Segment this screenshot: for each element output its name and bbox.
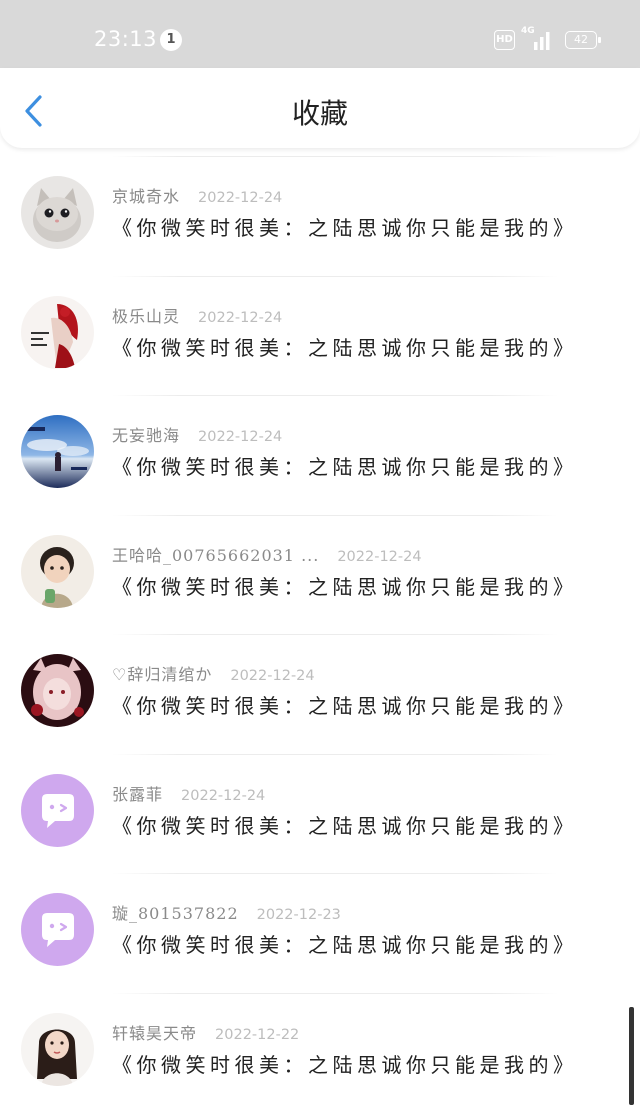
- hd-icon: HD: [494, 30, 515, 50]
- avatar[interactable]: [21, 774, 94, 847]
- meta-row: 无妄驰海 2022-12-24: [112, 422, 282, 446]
- sky-sea-avatar-icon: [21, 415, 94, 488]
- chat-bubble-avatar-icon: [21, 774, 94, 847]
- avatar[interactable]: [21, 1013, 94, 1086]
- list-item[interactable]: 王哈哈_00765662031 ... 2022-12-24 《你微笑时很美：之陆…: [0, 515, 640, 635]
- meta-row: 京城奇水 2022-12-24: [112, 183, 282, 207]
- avatar[interactable]: [21, 654, 94, 727]
- network-label: 4G: [521, 26, 535, 36]
- divider: [112, 276, 558, 277]
- woman-portrait-avatar-icon: [21, 1013, 94, 1086]
- post-date: 2022-12-24: [198, 310, 282, 326]
- meta-row: ♡辞归清绾か 2022-12-24: [112, 661, 315, 685]
- collection-list: 京城奇水 2022-12-24 《你微笑时很美：之陆思诚你只能是我的》 极乐山灵 2…: [0, 156, 640, 1112]
- divider: [112, 515, 558, 516]
- scrollbar[interactable]: [629, 1007, 634, 1105]
- username[interactable]: 极乐山灵: [112, 307, 180, 326]
- username[interactable]: 轩辕昊天帝: [112, 1024, 197, 1043]
- divider: [112, 156, 558, 157]
- divider: [112, 993, 558, 994]
- collected-title[interactable]: 《你微笑时很美：之陆思诚你只能是我的》: [112, 929, 582, 958]
- status-bar: 23:13 1 HD 4G 42: [0, 0, 640, 70]
- collected-title[interactable]: 《你微笑时很美：之陆思诚你只能是我的》: [112, 451, 582, 480]
- divider: [112, 754, 558, 755]
- meta-row: 轩辕昊天帝 2022-12-22: [112, 1020, 299, 1044]
- collected-title[interactable]: 《你微笑时很美：之陆思诚你只能是我的》: [112, 690, 582, 719]
- battery-icon: 42: [565, 31, 597, 49]
- avatar[interactable]: [21, 893, 94, 966]
- list-item[interactable]: 轩辕昊天帝 2022-12-22 《你微笑时很美：之陆思诚你只能是我的》: [0, 993, 640, 1112]
- post-date: 2022-12-24: [198, 190, 282, 206]
- avatar[interactable]: [21, 535, 94, 608]
- username[interactable]: 王哈哈_00765662031 ...: [112, 546, 319, 565]
- post-date: 2022-12-22: [215, 1027, 299, 1043]
- list-item[interactable]: 无妄驰海 2022-12-24 《你微笑时很美：之陆思诚你只能是我的》: [0, 395, 640, 515]
- collected-title[interactable]: 《你微笑时很美：之陆思诚你只能是我的》: [112, 810, 582, 839]
- list-item[interactable]: 极乐山灵 2022-12-24 《你微笑时很美：之陆思诚你只能是我的》: [0, 276, 640, 396]
- collected-title[interactable]: 《你微笑时很美：之陆思诚你只能是我的》: [112, 1049, 582, 1078]
- username[interactable]: 张露菲: [112, 785, 163, 804]
- avatar[interactable]: [21, 415, 94, 488]
- avatar[interactable]: [21, 176, 94, 249]
- post-date: 2022-12-24: [198, 429, 282, 445]
- collected-title[interactable]: 《你微笑时很美：之陆思诚你只能是我的》: [112, 571, 582, 600]
- list-item[interactable]: ♡辞归清绾か 2022-12-24 《你微笑时很美：之陆思诚你只能是我的》: [0, 634, 640, 754]
- username[interactable]: ♡辞归清绾か: [112, 665, 212, 684]
- divider: [112, 634, 558, 635]
- meta-row: 极乐山灵 2022-12-24: [112, 303, 282, 327]
- divider: [112, 395, 558, 396]
- notification-badge: 1: [160, 29, 182, 51]
- cat-avatar-icon: [21, 176, 94, 249]
- post-date: 2022-12-24: [181, 788, 265, 804]
- page-title: 收藏: [0, 92, 640, 132]
- username[interactable]: 璇_801537822: [112, 904, 239, 923]
- meta-row: 王哈哈_00765662031 ... 2022-12-24: [112, 542, 422, 566]
- username[interactable]: 无妄驰海: [112, 426, 180, 445]
- list-item[interactable]: 璇_801537822 2022-12-23 《你微笑时很美：之陆思诚你只能是我的…: [0, 873, 640, 993]
- post-date: 2022-12-24: [230, 668, 314, 684]
- post-date: 2022-12-23: [257, 907, 341, 923]
- divider: [112, 873, 558, 874]
- post-date: 2022-12-24: [337, 549, 421, 565]
- username[interactable]: 京城奇水: [112, 187, 180, 206]
- nav-bar: 收藏: [0, 68, 640, 148]
- red-figure-avatar-icon: [21, 296, 94, 369]
- child-avatar-icon: [21, 535, 94, 608]
- list-item[interactable]: 张露菲 2022-12-24 《你微笑时很美：之陆思诚你只能是我的》: [0, 754, 640, 874]
- collected-title[interactable]: 《你微笑时很美：之陆思诚你只能是我的》: [112, 212, 582, 241]
- anime-girl-avatar-icon: [21, 654, 94, 727]
- chat-bubble-avatar-icon: [21, 893, 94, 966]
- signal-icon: 4G: [521, 26, 555, 52]
- list-item[interactable]: 京城奇水 2022-12-24 《你微笑时很美：之陆思诚你只能是我的》: [0, 156, 640, 276]
- collected-title[interactable]: 《你微笑时很美：之陆思诚你只能是我的》: [112, 332, 582, 361]
- status-time: 23:13: [94, 27, 157, 51]
- meta-row: 张露菲 2022-12-24: [112, 781, 265, 805]
- meta-row: 璇_801537822 2022-12-23: [112, 900, 341, 924]
- avatar[interactable]: [21, 296, 94, 369]
